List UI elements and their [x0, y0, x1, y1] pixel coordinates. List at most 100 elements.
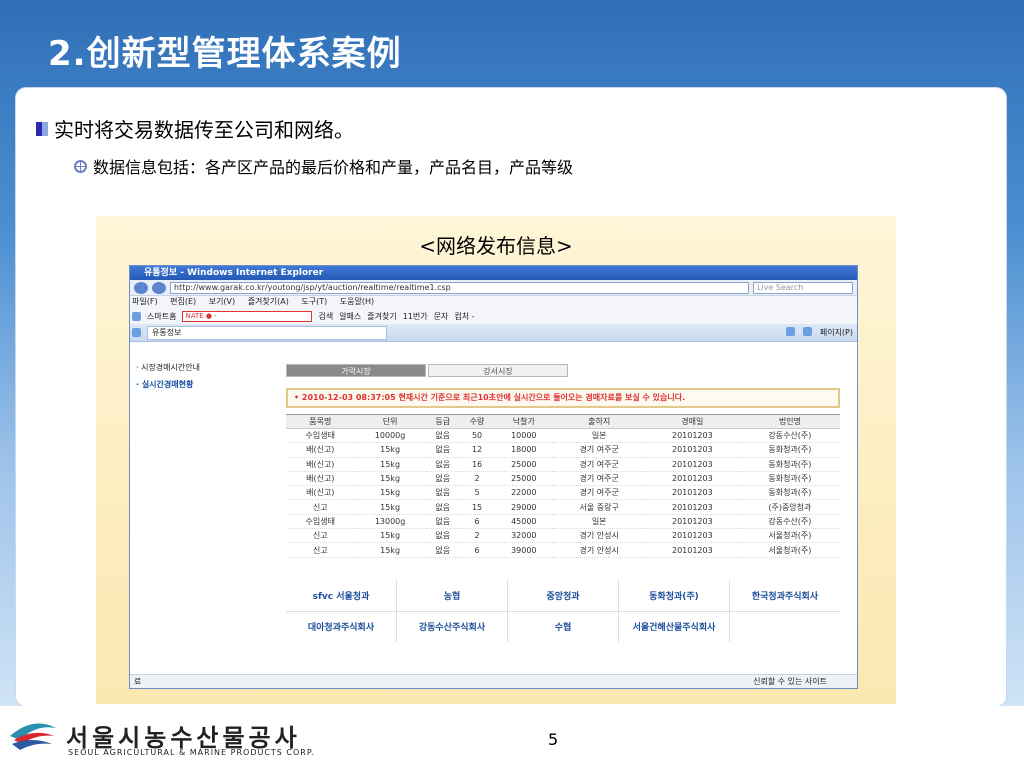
col-price: 낙찰가 [494, 414, 554, 429]
nate-search-input[interactable]: NATE ● - [182, 310, 313, 322]
table-cell: 13000g [354, 514, 426, 530]
toolbar-item-sms[interactable]: 문자 [434, 311, 449, 322]
table-row: 신고 15kg 없음 2 32000 경기 안성시 20101203 서울청과(주) [286, 528, 840, 544]
table-cell: 배(신고) [286, 485, 355, 501]
table-cell: (주)중앙청과 [739, 499, 840, 515]
table-cell: 동화청과(주) [739, 442, 840, 458]
slide-title: 2.创新型管理体系案例 [48, 34, 402, 74]
table-cell: 없음 [425, 471, 460, 487]
logo-seoul-dried[interactable]: 서울건해산물주식회사 [619, 611, 729, 642]
table-cell: 20101203 [644, 499, 740, 515]
toolbar-item-11st[interactable]: 11번가 [403, 311, 428, 322]
table-cell: 경기 여주군 [553, 457, 645, 472]
table-row: 배(신고) 15kg 없음 12 18000 경기 여주군 20101203 동화청과(주) [286, 442, 840, 458]
col-date: 경매일 [644, 414, 740, 429]
table-cell: 수입생태 [286, 514, 355, 530]
star-icon[interactable] [132, 328, 141, 337]
table-body: 수입생태 10000g 없음 50 10000 일본 20101203 강동수산(주) 배(신고… [286, 428, 840, 558]
menu-file[interactable]: 파일(F) [132, 297, 158, 306]
table-cell: 20101203 [644, 542, 740, 558]
back-icon[interactable] [134, 281, 148, 294]
realtime-notice: • 2010-12-03 08:37:05 현재시간 기준으로 최근10초안에 … [286, 388, 840, 408]
logo-daea[interactable]: 대아청과주식회사 [286, 611, 396, 642]
home-icon[interactable] [132, 311, 141, 321]
toolbar-item-alpass[interactable]: 알패스 [339, 311, 361, 322]
table-cell: 경기 여주군 [553, 485, 645, 501]
table-cell: 2 [459, 471, 495, 487]
bullet-level-2: 数据信息包括：各产区产品的最后价格和产量，产品名目，产品等级 [74, 154, 573, 178]
toolbar-item-favorites[interactable]: 즐겨찾기 [367, 311, 396, 322]
table-cell: 6 [459, 514, 495, 530]
table-cell: 20101203 [644, 485, 740, 501]
logo-jungang[interactable]: 중앙청과 [508, 580, 618, 611]
col-qty: 수량 [459, 414, 495, 429]
table-cell: 20101203 [644, 442, 740, 458]
toolbar-item-capture[interactable]: 컴처 - [454, 311, 474, 322]
logo-gangdong[interactable]: 강동수산주식회사 [397, 611, 507, 642]
table-cell: 50 [459, 428, 495, 444]
org-name-english: SEOUL AGRICULTURAL & MARINE PRODUCTS COR… [68, 748, 315, 757]
browser-screenshot: 유통정보 - Windows Internet Explorer http://… [129, 265, 858, 689]
table-cell: 22000 [494, 485, 554, 501]
table-cell: 5 [459, 485, 495, 501]
table-cell: 동화청과(주) [739, 471, 840, 487]
browser-content: · 시장경매시간안내 · 실시간경매현황 가락시장 강서시장 • 2010-12… [130, 358, 857, 674]
col-grade: 등급 [425, 414, 460, 429]
menu-favorites[interactable]: 즐겨찾기(A) [248, 297, 289, 306]
table-cell: 29000 [494, 499, 554, 515]
menu-edit[interactable]: 편집(E) [170, 297, 196, 306]
page-menu[interactable]: 페이지(P) [820, 327, 853, 338]
table-cell: 45000 [494, 514, 554, 530]
table-row: 신고 15kg 없음 15 29000 서울 중랑구 20101203 (주)중앙청과 [286, 499, 840, 515]
col-company: 법인명 [739, 414, 840, 429]
address-bar[interactable]: http://www.garak.co.kr/youtong/jsp/yt/au… [170, 281, 749, 294]
table-cell: 없음 [425, 428, 460, 444]
table-row: 수입생태 13000g 없음 6 45000 일본 20101203 강동수산(주) [286, 514, 840, 530]
page-number: 5 [548, 730, 559, 749]
browser-titlebar: 유통정보 - Windows Internet Explorer [130, 266, 857, 280]
browser-tab[interactable]: 유통정보 [147, 325, 387, 340]
logo-nonghyup[interactable]: 농협 [397, 580, 507, 611]
table-cell: 없음 [425, 442, 460, 458]
table-cell: 없음 [425, 542, 460, 558]
table-cell: 20101203 [644, 471, 740, 487]
table-cell: 강동수산(주) [739, 428, 840, 444]
logo-hanguk[interactable]: 한국청과주식회사 [730, 580, 840, 611]
menu-help[interactable]: 도움말(H) [340, 297, 374, 306]
print-icon[interactable] [802, 327, 812, 336]
search-input[interactable]: Live Search [753, 281, 853, 294]
table-cell: 15kg [354, 542, 426, 558]
logo-seoul-cheonggwa[interactable]: sfvc 서울청과 [286, 580, 396, 611]
logo-donghwa[interactable]: 동화청과(주) [619, 580, 729, 611]
forward-icon[interactable] [152, 281, 166, 294]
tab-gangseo[interactable]: 강서시장 [428, 364, 568, 377]
browser-statusbar: 료 신뢰할 수 있는 사이트 [130, 674, 857, 688]
logo-empty [730, 611, 840, 642]
table-cell: 20101203 [644, 528, 740, 544]
menu-tools[interactable]: 도구(T) [301, 297, 327, 306]
table-cell: 일본 [553, 514, 645, 530]
tab-garak[interactable]: 가락시장 [286, 364, 426, 377]
home-icon[interactable] [785, 327, 795, 336]
logo-suhyup[interactable]: 수협 [508, 611, 618, 642]
col-origin: 출하지 [553, 414, 645, 429]
table-cell: 서울 중랑구 [553, 499, 645, 515]
bullet-level-1: 实时将交易数据传至公司和网络。 [36, 114, 354, 143]
table-cell: 20101203 [644, 457, 740, 472]
browser-menubar: 파일(F) 편집(E) 보기(V) 즐겨찾기(A) 도구(T) 도움말(H) [130, 296, 857, 308]
menu-view[interactable]: 보기(V) [209, 297, 235, 306]
sidebar-item-realtime[interactable]: · 실시간경매현황 [136, 379, 266, 390]
table-cell: 15 [459, 499, 495, 515]
nate-search-button[interactable]: 검색 [318, 311, 333, 322]
table-row: 배(신고) 15kg 없음 16 25000 경기 여주군 20101203 동화청과(주) [286, 457, 840, 472]
sidebar-item-schedule[interactable]: · 시장경매시간안내 [136, 362, 266, 373]
browser-toolbar: 스마트홈 NATE ● - 검색 알패스 즐겨찾기 11번가 문자 컴처 - [130, 308, 857, 324]
table-cell: 신고 [286, 528, 355, 544]
table-cell: 없음 [425, 514, 460, 530]
table-cell: 배(신고) [286, 457, 355, 472]
crosshair-bullet-icon [74, 159, 87, 173]
smarthome-link[interactable]: 스마트홈 [147, 311, 176, 322]
table-cell: 서울청과(주) [739, 542, 840, 558]
table-row: 신고 15kg 없음 6 39000 경기 안성시 20101203 서울청과(주) [286, 542, 840, 558]
table-cell: 15kg [354, 471, 426, 487]
